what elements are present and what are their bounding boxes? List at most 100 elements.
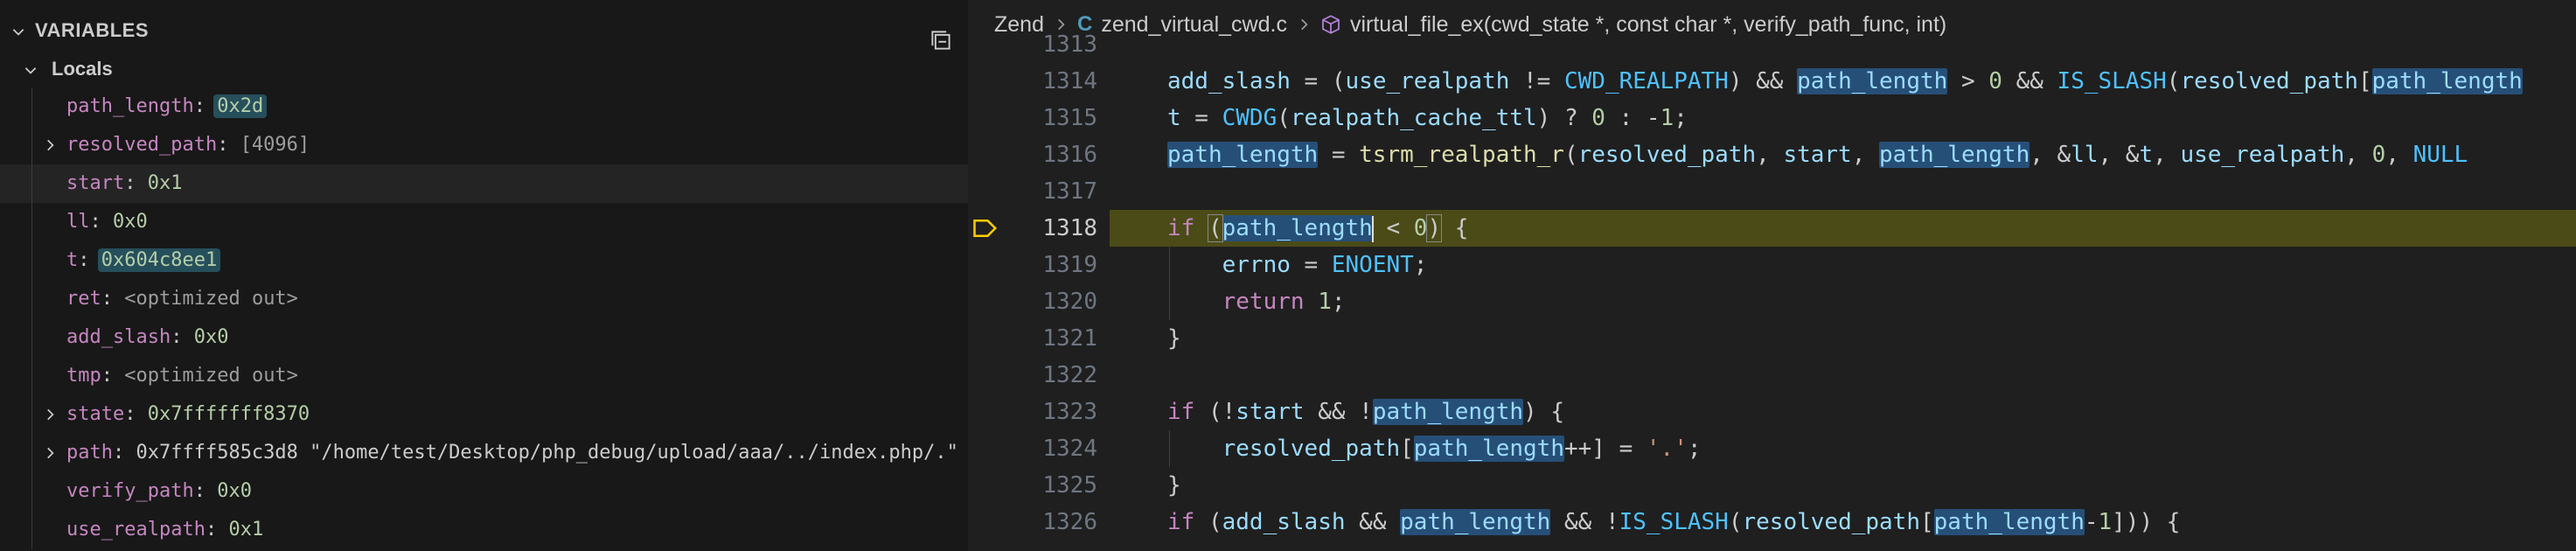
code-text[interactable]: if (add_slash && path_length && !IS_SLAS…: [1167, 504, 2180, 541]
variable-entry: ll: 0x0: [66, 211, 148, 233]
variable-row[interactable]: resolved_path: [4096]: [0, 126, 968, 164]
variable-row[interactable]: path: 0x7ffff585c3d8 "/home/test/Desktop…: [0, 434, 968, 472]
code-text[interactable]: resolved_path[path_length++] = '.';: [1167, 430, 1702, 467]
code-line[interactable]: 1325}: [968, 467, 2576, 504]
code-line[interactable]: 1321}: [968, 320, 2576, 357]
code-line[interactable]: 1326 if (add_slash && path_length && !IS_…: [968, 504, 2576, 541]
variables-section-header[interactable]: VARIABLES: [0, 12, 968, 50]
code-text[interactable]: return 1;: [1167, 283, 1346, 320]
code-text[interactable]: if (!start && !path_length) {: [1167, 394, 1564, 430]
line-number: 1322: [1042, 362, 1097, 388]
variable-entry: path: 0x7ffff585c3d8 "/home/test/Desktop…: [66, 442, 958, 464]
variable-row[interactable]: path_length: 0x2d: [0, 87, 968, 126]
line-number: 1314: [1042, 68, 1097, 94]
variable-name: tmp: [66, 365, 101, 387]
variable-value: 0x0: [217, 480, 252, 502]
variable-entry: use_realpath: 0x1: [66, 519, 264, 541]
variable-value: <optimized out>: [124, 365, 298, 387]
line-number: 1323: [1042, 399, 1097, 425]
variables-section-title: VARIABLES: [35, 19, 149, 41]
code-text[interactable]: path_length = tsrm_realpath_r(resolved_p…: [1167, 136, 2468, 173]
variable-name: start: [66, 172, 125, 194]
line-number: 1325: [1042, 472, 1097, 499]
variable-row[interactable]: verify_path: 0x0: [0, 472, 968, 511]
variable-row[interactable]: ret: <optimized out>: [0, 280, 968, 318]
variable-name: t: [66, 249, 79, 271]
variable-entry: start: 0x1: [66, 172, 183, 194]
line-number: 1315: [1042, 105, 1097, 131]
line-number: 1317: [1042, 178, 1097, 205]
variable-row[interactable]: state: 0x7fffffff8370: [0, 395, 968, 434]
variable-value: 0x0: [113, 211, 148, 233]
variable-name: verify_path: [66, 480, 194, 502]
line-number: 1321: [1042, 325, 1097, 352]
tree-indent-guide: [31, 87, 32, 126]
variable-value: 0x604c8ee1: [97, 248, 221, 272]
chevron-right-icon[interactable]: [42, 137, 58, 153]
code-text[interactable]: }: [1167, 320, 1181, 357]
variable-entry: state: 0x7fffffff8370: [66, 403, 310, 425]
variable-name: state: [66, 403, 125, 425]
variable-row[interactable]: start: 0x1: [0, 164, 968, 203]
variable-entry: resolved_path: [4096]: [66, 134, 310, 156]
debug-stackframe-icon[interactable]: [972, 217, 999, 240]
variable-entry: ret: <optimized out>: [66, 288, 298, 310]
scope-locals[interactable]: Locals: [0, 52, 968, 87]
variable-row[interactable]: add_slash: 0x0: [0, 318, 968, 357]
code-line[interactable]: 1323 if (!start && !path_length) {: [968, 394, 2576, 430]
scope-label: Locals: [52, 58, 113, 80]
code-text[interactable]: add_slash = (use_realpath != CWD_REALPAT…: [1167, 63, 2523, 100]
tree-indent-guide: [31, 357, 32, 395]
variable-value: [4096]: [240, 134, 310, 156]
code-line[interactable]: 1314 add_slash = (use_realpath != CWD_REA…: [968, 63, 2576, 100]
tree-indent-guide: [31, 280, 32, 318]
variable-value: <optimized out>: [124, 288, 298, 310]
code-text[interactable]: errno = ENOENT;: [1167, 247, 1428, 283]
code-editor: Zend C zend_virtual_cwd.c virtual_file_e…: [968, 0, 2576, 551]
tree-indent-guide: [31, 318, 32, 357]
tree-indent-guide: [31, 395, 32, 434]
line-number: 1318: [1042, 215, 1097, 241]
variable-value: 0x0: [193, 326, 229, 348]
variable-row[interactable]: t: 0x604c8ee1: [0, 241, 968, 280]
variable-entry: verify_path: 0x0: [66, 480, 252, 502]
chevron-down-icon: [12, 29, 24, 36]
tree-indent-guide: [31, 434, 32, 472]
variable-value: 0x2d: [213, 94, 268, 118]
variable-entry: add_slash: 0x0: [66, 326, 229, 348]
indent-guide: [1169, 247, 1170, 320]
variable-row[interactable]: use_realpath: 0x1: [0, 511, 968, 549]
variable-string-value: "/home/test/Desktop/php_debug/upload/aaa…: [310, 442, 958, 464]
variable-row[interactable]: ll: 0x0: [0, 203, 968, 241]
chevron-right-icon[interactable]: [42, 445, 58, 461]
variable-value: 0x1: [228, 519, 264, 541]
line-number: 1316: [1042, 142, 1097, 168]
line-number: 1319: [1042, 252, 1097, 278]
variable-entry: tmp: <optimized out>: [66, 365, 298, 387]
code-line[interactable]: 1313: [968, 26, 2576, 63]
variable-name: path: [66, 442, 113, 464]
variable-name: resolved_path: [66, 134, 218, 156]
variables-panel: VARIABLES Locals path_length: 0x2d resolv…: [0, 0, 968, 551]
code-line[interactable]: 1318 if (path_length < 0) {: [968, 210, 2576, 247]
code-text[interactable]: if (path_length < 0) {: [1167, 210, 1468, 247]
variable-row[interactable]: tmp: <optimized out>: [0, 357, 968, 395]
indent-guide: [1169, 430, 1170, 467]
chevron-right-icon[interactable]: [42, 407, 58, 422]
code-text[interactable]: t = CWDG(realpath_cache_ttl) ? 0 : -1;: [1167, 100, 1688, 136]
code-line[interactable]: 1317: [968, 173, 2576, 210]
code-line[interactable]: 1316 path_length = tsrm_realpath_r(resolv…: [968, 136, 2576, 173]
code-line[interactable]: 1315 t = CWDG(realpath_cache_ttl) ? 0 : -…: [968, 100, 2576, 136]
code-line[interactable]: 1320 return 1;: [968, 283, 2576, 320]
variable-name: path_length: [66, 95, 194, 117]
code-line[interactable]: 1324 resolved_path[path_length++] = '.';: [968, 430, 2576, 467]
variable-name: ret: [66, 288, 101, 310]
code-line[interactable]: 1322: [968, 357, 2576, 394]
tree-indent-guide: [31, 164, 32, 203]
code-line[interactable]: 1319 errno = ENOENT;: [968, 247, 2576, 283]
line-number: 1320: [1042, 289, 1097, 315]
code-text[interactable]: }: [1167, 467, 1181, 504]
variable-value: 0x7fffffff8370: [147, 403, 310, 425]
collapse-all-icon[interactable]: [929, 28, 953, 52]
chevron-down-icon: [24, 67, 37, 74]
